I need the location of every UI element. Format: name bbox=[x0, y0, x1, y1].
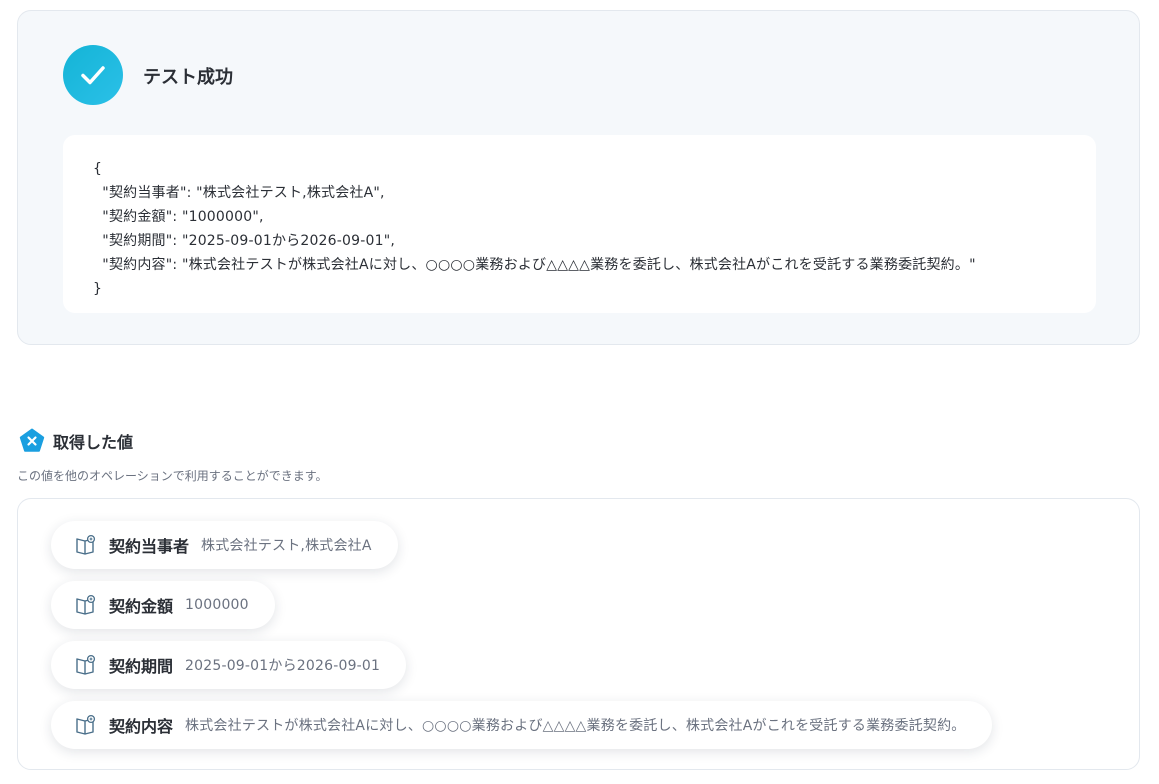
value-pill-contract-parties[interactable]: 契約当事者 株式会社テスト,株式会社A bbox=[51, 521, 398, 569]
value-key: 契約期間 bbox=[109, 657, 174, 676]
book-icon bbox=[76, 654, 96, 675]
test-result-title: テスト成功 bbox=[143, 67, 233, 88]
json-line: "契約当事者": "株式会社テスト,株式会社A", bbox=[93, 185, 385, 201]
json-line: "契約金額": "1000000", bbox=[93, 209, 264, 225]
book-icon bbox=[76, 714, 96, 735]
book-icon bbox=[76, 594, 96, 615]
value-key: 契約金額 bbox=[109, 597, 174, 616]
value-pill-contract-amount[interactable]: 契約金額 1000000 bbox=[51, 581, 275, 629]
values-section-description: この値を他のオペレーションで利用することができます。 bbox=[17, 469, 328, 483]
x-badge-icon bbox=[19, 428, 45, 452]
success-check-icon bbox=[63, 45, 123, 105]
values-section-header: 取得した値 bbox=[19, 428, 133, 454]
test-result-panel: テスト成功 { "契約当事者": "株式会社テスト,株式会社A", "契約金額"… bbox=[17, 10, 1140, 345]
json-line: } bbox=[93, 281, 103, 297]
value-key: 契約当事者 bbox=[109, 537, 190, 556]
value-text: 株式会社テストが株式会社Aに対し、○○○○業務および△△△△業務を委託し、株式会… bbox=[185, 718, 966, 734]
value-text: 1000000 bbox=[185, 597, 249, 613]
value-key: 契約内容 bbox=[109, 717, 174, 736]
value-text: 株式会社テスト,株式会社A bbox=[201, 538, 372, 554]
json-line: "契約内容": "株式会社テストが株式会社Aに対し、○○○○業務および△△△△業… bbox=[93, 257, 976, 273]
values-panel: 契約当事者 株式会社テスト,株式会社A 契約金額 1000000 契約期間 20… bbox=[17, 498, 1140, 770]
book-icon bbox=[76, 534, 96, 555]
value-text: 2025-09-01から2026-09-01 bbox=[185, 658, 381, 674]
json-output-box: { "契約当事者": "株式会社テスト,株式会社A", "契約金額": "100… bbox=[63, 135, 1096, 313]
json-line: { bbox=[93, 161, 103, 177]
values-section-title: 取得した値 bbox=[53, 433, 134, 452]
value-pill-contract-period[interactable]: 契約期間 2025-09-01から2026-09-01 bbox=[51, 641, 407, 689]
value-pill-contract-content[interactable]: 契約内容 株式会社テストが株式会社Aに対し、○○○○業務および△△△△業務を委託… bbox=[51, 701, 992, 749]
json-line: "契約期間": "2025-09-01から2026-09-01", bbox=[93, 233, 395, 249]
